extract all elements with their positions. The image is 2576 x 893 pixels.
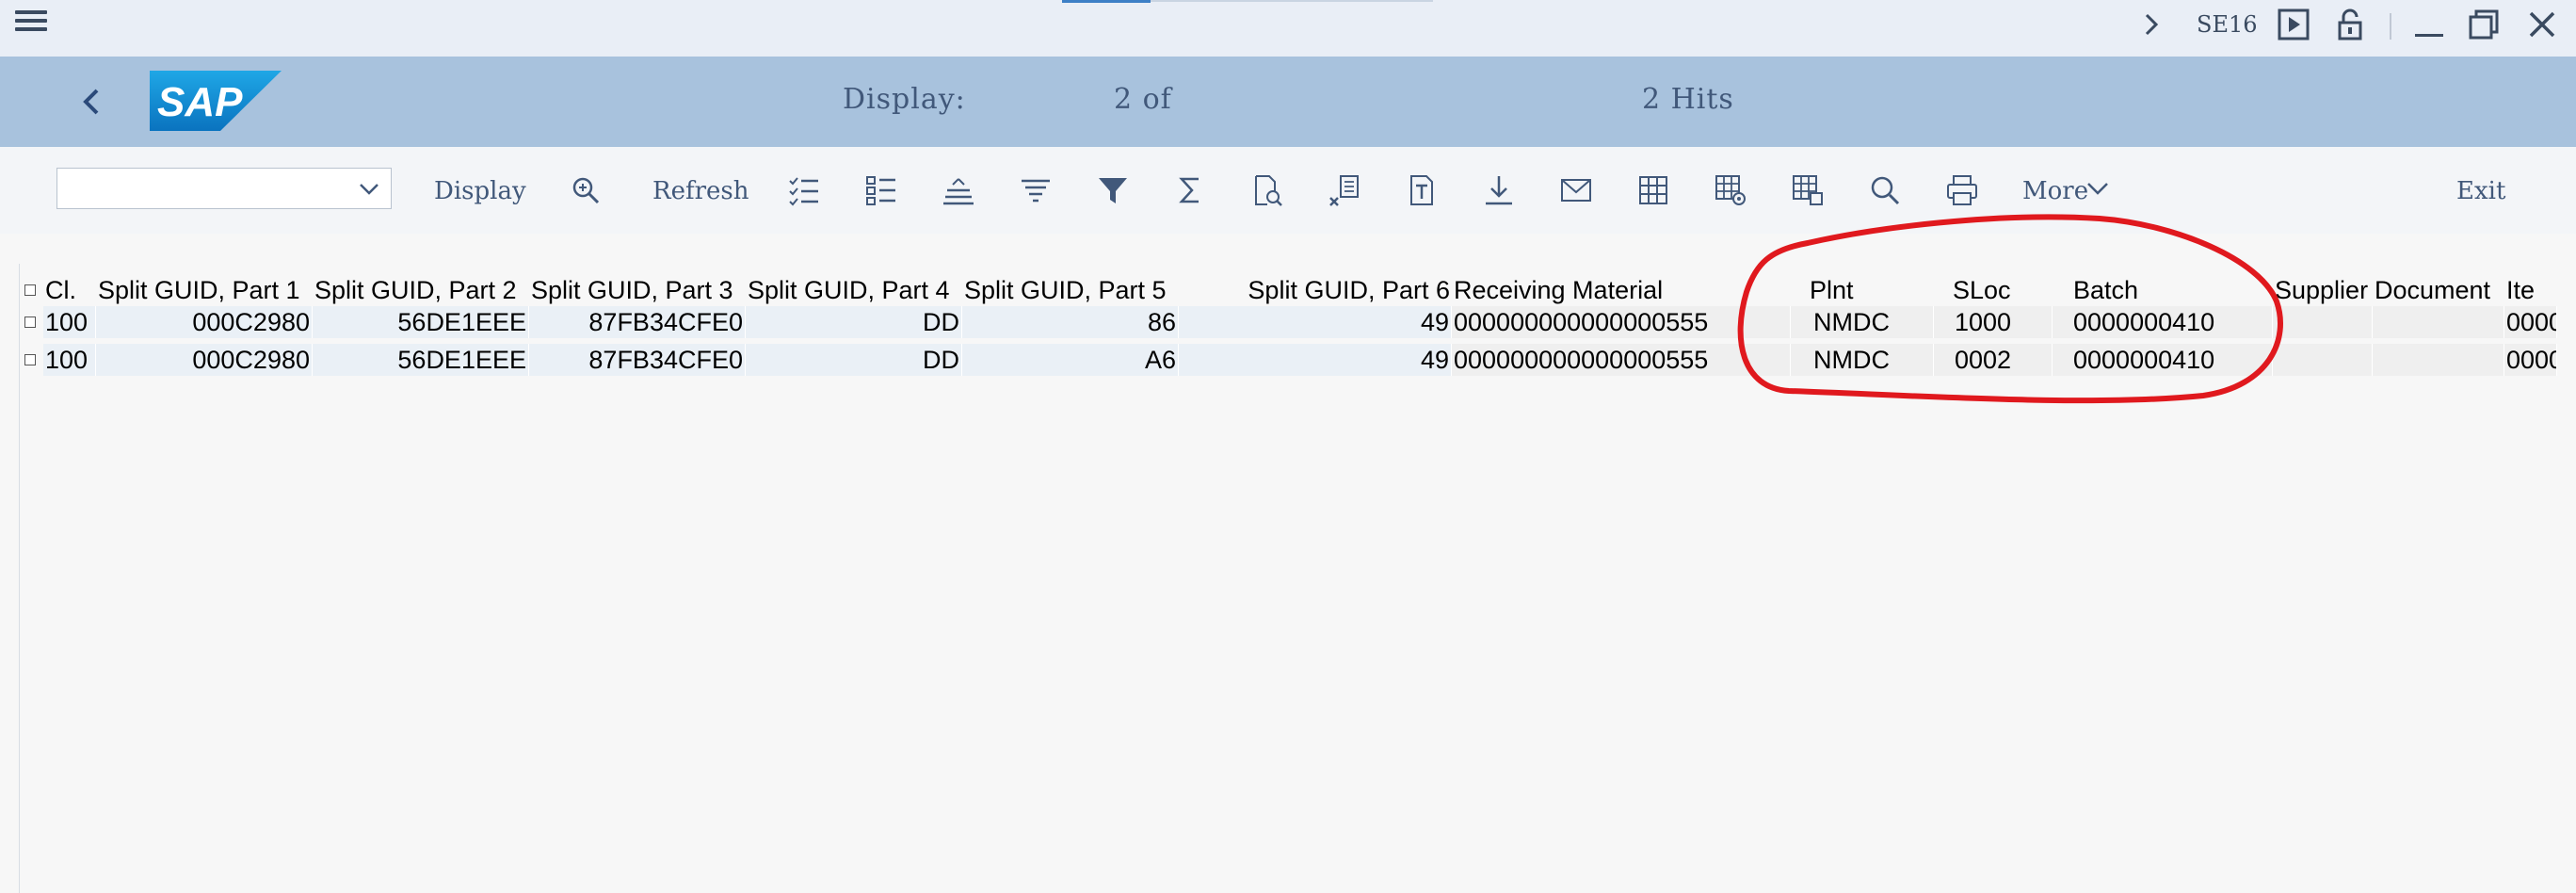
mail-icon[interactable] [1555,170,1597,211]
back-icon[interactable] [73,83,111,121]
cell-cl[interactable]: 100 [43,306,96,338]
display-label: Display: [843,83,966,116]
table-settings-icon[interactable] [1710,170,1751,211]
row-select-checkbox[interactable] [24,317,36,328]
table-grid-icon[interactable] [1633,170,1674,211]
unlock-icon[interactable] [2335,6,2365,43]
column-header-guid5[interactable]: Split GUID, Part 5 [962,274,1179,306]
cell-document[interactable] [2373,306,2504,338]
search-icon[interactable] [1864,170,1906,211]
sum-icon[interactable] [1169,170,1211,211]
print-preview-icon[interactable] [1247,170,1288,211]
row-select-checkbox[interactable] [24,354,36,365]
cell-guid3[interactable]: 87FB34CFE0 [529,344,746,376]
table-layout-icon[interactable] [1787,170,1828,211]
cell-guid4[interactable]: DD [746,344,962,376]
layout-combobox[interactable] [56,168,392,209]
minimize-icon[interactable] [2412,6,2446,43]
column-header-item[interactable]: Ite [2504,274,2557,306]
column-header-guid6[interactable]: Split GUID, Part 6 [1179,274,1452,306]
select-all-checkbox[interactable] [24,284,36,296]
column-header-guid4[interactable]: Split GUID, Part 4 [746,274,962,306]
restore-icon[interactable] [2467,6,2501,43]
close-icon[interactable] [2525,6,2559,43]
cell-guid1[interactable]: 000C2980 [96,306,313,338]
hamburger-icon[interactable] [13,6,51,43]
active-tab-indicator [1062,0,1151,3]
cell-guid3[interactable]: 87FB34CFE0 [529,306,746,338]
chevron-right-icon[interactable] [2137,6,2165,43]
system-bar [0,0,2576,57]
chevron-down-icon[interactable] [2085,175,2111,206]
title-bar [0,57,2576,147]
cell-item[interactable]: 0000 [2504,344,2557,376]
cell-guid6[interactable]: 49 [1179,344,1452,376]
column-header-guid2[interactable]: Split GUID, Part 2 [313,274,529,306]
current-hit: 2 of [1114,83,1172,116]
zoom-detail-icon[interactable] [565,170,606,211]
hit-count: 2 Hits [1642,83,1734,116]
printer-icon[interactable] [1941,170,1983,211]
filter-icon[interactable] [1092,170,1134,211]
cell-guid4[interactable]: DD [746,306,962,338]
sort-ascending-icon[interactable] [938,170,979,211]
refresh-button[interactable]: Refresh [652,177,749,205]
export-excel-icon[interactable] [1324,170,1365,211]
cell-document[interactable] [2373,344,2504,376]
export-text-icon[interactable] [1401,170,1442,211]
cell-guid2[interactable]: 56DE1EEE [313,306,529,338]
play-icon[interactable] [2277,6,2310,43]
transaction-code: SE16 [2197,11,2258,38]
download-icon[interactable] [1478,170,1520,211]
cell-guid2[interactable]: 56DE1EEE [313,344,529,376]
svg-text:SAP: SAP [157,79,243,125]
cell-item[interactable]: 0000 [2504,306,2557,338]
exit-button[interactable]: Exit [2456,177,2505,205]
column-header-cl[interactable]: Cl. [43,274,96,306]
cell-guid6[interactable]: 49 [1179,306,1452,338]
sort-descending-icon[interactable] [1015,170,1056,211]
cell-cl[interactable]: 100 [43,344,96,376]
cell-guid5[interactable]: A6 [962,344,1179,376]
display-button[interactable]: Display [434,177,526,205]
details-list-icon[interactable] [861,170,902,211]
chevron-down-icon[interactable] [357,176,381,205]
cell-guid5[interactable]: 86 [962,306,1179,338]
checklist-icon[interactable] [783,170,825,211]
more-button[interactable]: More [2022,177,2088,205]
tab-indicator-track [1151,0,1433,2]
column-header-guid1[interactable]: Split GUID, Part 1 [96,274,313,306]
cell-guid1[interactable]: 000C2980 [96,344,313,376]
annotation-circle [1737,214,2283,404]
sap-logo: SAP [150,71,282,131]
column-header-guid3[interactable]: Split GUID, Part 3 [529,274,746,306]
column-header-document[interactable]: Document [2373,274,2504,306]
divider [2390,13,2391,40]
